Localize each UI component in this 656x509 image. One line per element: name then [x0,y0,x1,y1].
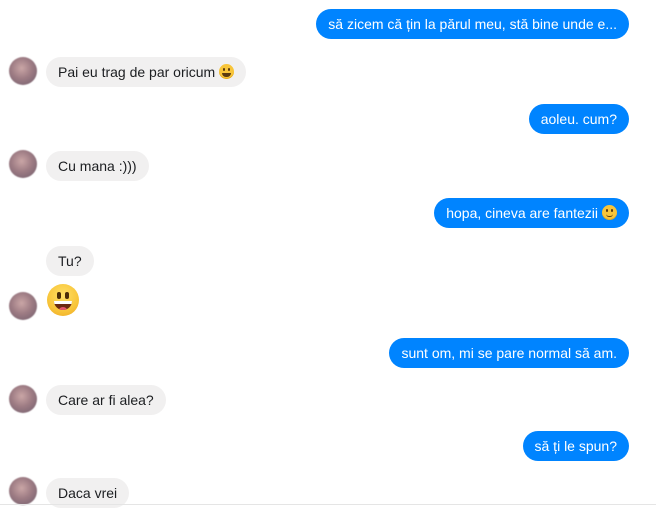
message-bubble-incoming[interactable]: Pai eu trag de par oricum [46,57,247,87]
message-bubble-incoming[interactable]: Cu mana :))) [46,151,149,181]
message-text: aoleu. cum? [540,111,617,127]
message-bubble-outgoing[interactable]: să ți le spun? [522,431,629,461]
message-bubble-outgoing[interactable]: să zicem că țin la părul meu, stă bine u… [316,9,629,39]
grinning-face-icon [219,64,235,79]
contact-avatar[interactable] [9,57,37,85]
message-text: hopa, cineva are fantezii [446,205,598,221]
composer-divider [0,504,656,505]
message-bubble-outgoing[interactable]: aoleu. cum? [528,104,629,134]
contact-avatar[interactable] [9,292,37,320]
message-bubble-outgoing[interactable]: hopa, cineva are fantezii [434,198,629,228]
message-bubble-outgoing[interactable]: sunt om, mi se pare normal să am. [389,338,629,368]
message-text: sunt om, mi se pare normal să am. [401,345,617,361]
message-text: Cu mana :))) [58,158,137,174]
slightly-smiling-face-icon [602,205,617,220]
message-bubble-incoming[interactable]: Care ar fi alea? [46,385,166,415]
message-bubble-incoming[interactable]: Tu? [46,246,94,276]
message-text: să zicem că țin la părul meu, stă bine u… [328,16,617,32]
message-text: Care ar fi alea? [58,392,154,408]
grinning-face-large-icon[interactable] [47,284,79,316]
message-text: să ți le spun? [534,438,618,454]
message-text: Tu? [58,253,82,269]
message-text: Daca vrei [58,485,118,501]
contact-avatar[interactable] [9,477,37,505]
message-text: Pai eu trag de par oricum [58,64,216,80]
contact-avatar[interactable] [9,150,37,178]
contact-avatar[interactable] [9,385,37,413]
